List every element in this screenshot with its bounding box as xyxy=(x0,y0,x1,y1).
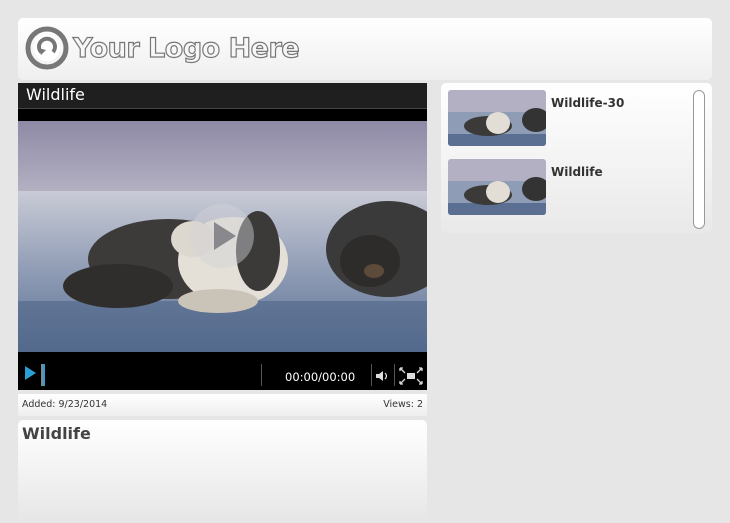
site-logo[interactable]: Your Logo Here xyxy=(25,24,300,72)
volume-icon[interactable] xyxy=(375,369,389,383)
play-overlay-icon[interactable] xyxy=(190,204,254,268)
added-date: Added: 9/23/2014 xyxy=(22,399,108,410)
video-thumbnail[interactable] xyxy=(448,159,546,215)
video-title: Wildlife xyxy=(26,85,85,104)
playlist-item[interactable]: Wildlife-30 xyxy=(448,90,698,146)
play-icon[interactable] xyxy=(25,366,36,380)
description-panel: Wildlife xyxy=(18,420,427,523)
description-title: Wildlife xyxy=(22,424,91,443)
control-divider xyxy=(261,364,262,386)
progress-bar[interactable] xyxy=(41,364,45,386)
playlist-item-label: Wildlife xyxy=(551,165,603,179)
video-player[interactable]: Wildlife 00:00/00:00 xyxy=(18,83,427,390)
circular-arrow-logo-icon xyxy=(25,26,69,70)
fullscreen-icon[interactable] xyxy=(399,367,423,385)
logo-text: Your Logo Here xyxy=(72,32,300,64)
playlist-item-label: Wildlife-30 xyxy=(551,96,625,110)
player-title-bar: Wildlife xyxy=(18,83,427,109)
control-divider xyxy=(371,364,372,386)
control-divider xyxy=(394,364,395,386)
playlist-item[interactable]: Wildlife xyxy=(448,159,698,215)
playlist-scrollbar[interactable] xyxy=(693,90,705,229)
video-thumbnail[interactable] xyxy=(448,90,546,146)
time-display: 00:00/00:00 xyxy=(285,370,356,384)
player-controls: 00:00/00:00 xyxy=(18,352,427,390)
playlist-panel: Wildlife-30 Wildlife xyxy=(441,83,712,233)
site-header: Your Logo Here xyxy=(18,18,712,80)
view-count: Views: 2 xyxy=(383,399,423,410)
video-meta-bar: Added: 9/23/2014 Views: 2 xyxy=(18,394,427,416)
